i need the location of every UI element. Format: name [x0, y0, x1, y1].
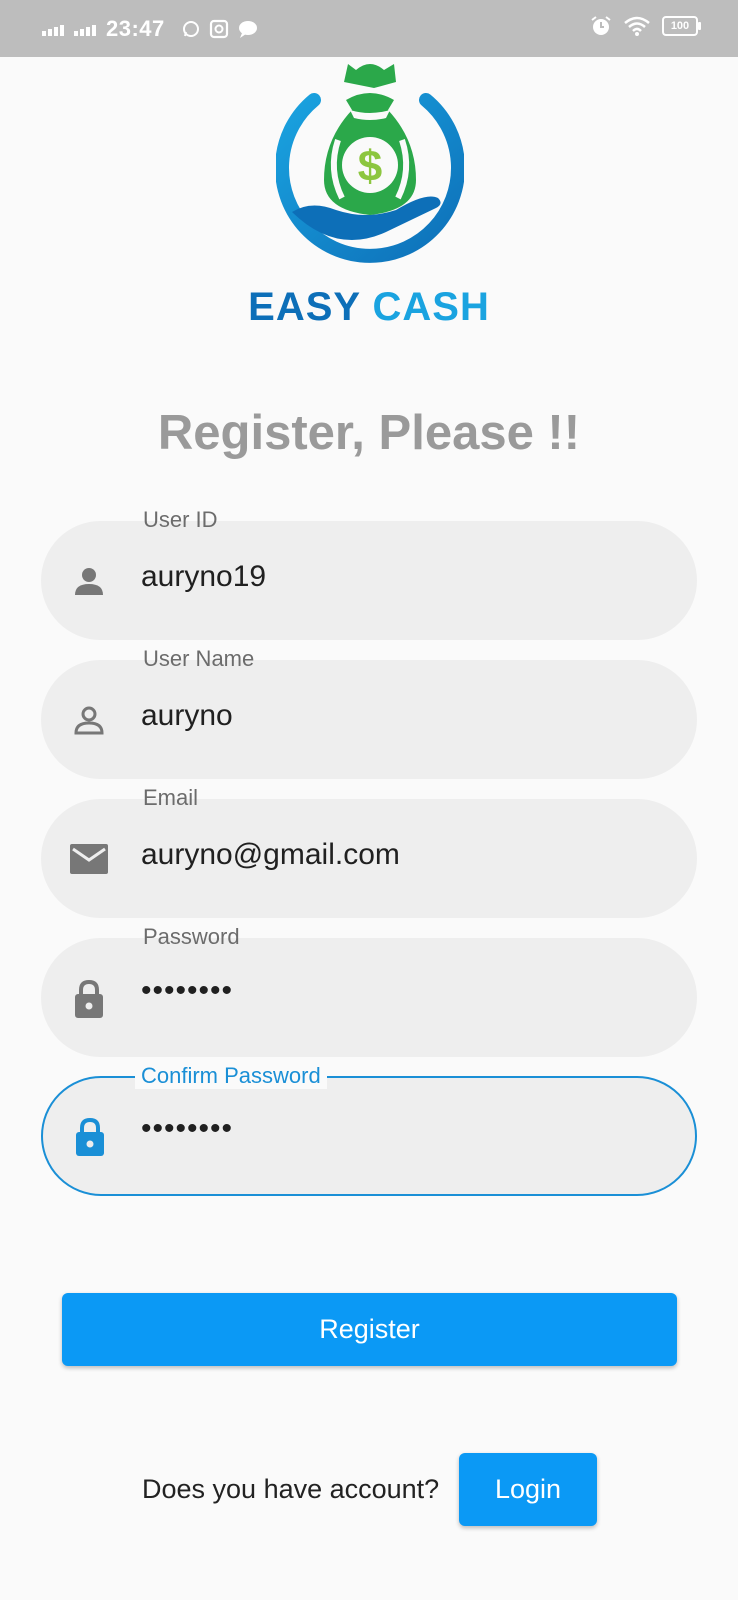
page-title: Register, Please !!	[157, 406, 581, 460]
email-field[interactable]: Email auryno@gmail.com	[41, 785, 697, 918]
battery-icon: 100	[662, 16, 701, 36]
whatsapp-icon	[182, 21, 199, 37]
status-right: 100	[590, 15, 701, 37]
confirm-password-field[interactable]: Confirm Password ••••••••	[41, 1063, 697, 1196]
user-id-field[interactable]: User ID auryno19	[41, 507, 697, 640]
password-input[interactable]: ••••••••	[141, 974, 233, 1008]
svg-text:$: $	[358, 142, 382, 191]
email-label: Email	[143, 785, 199, 810]
confirm-password-label: Confirm Password	[135, 1063, 327, 1089]
status-bar: 23:47 100	[0, 0, 738, 57]
user-name-input[interactable]: auryno	[141, 699, 233, 733]
confirm-password-input[interactable]: ••••••••	[141, 1112, 233, 1146]
register-button[interactable]: Register	[62, 1293, 677, 1366]
lock-icon	[76, 1117, 104, 1156]
user-name-field[interactable]: User Name auryno	[41, 646, 697, 779]
brand-word-easy: EASY	[248, 285, 361, 329]
have-account-text: Does you have account?	[142, 1474, 440, 1504]
lock-icon	[75, 979, 103, 1018]
person-outline-icon	[74, 706, 104, 735]
chat-bubble-icon	[238, 21, 257, 38]
signal-icon	[42, 22, 64, 36]
password-label: Password	[143, 924, 240, 949]
email-input[interactable]: auryno@gmail.com	[141, 838, 400, 872]
signal-icon	[74, 22, 96, 36]
user-id-label: User ID	[143, 507, 218, 532]
status-left: 23:47	[42, 16, 259, 42]
person-icon	[75, 568, 103, 595]
easy-cash-logo: $	[276, 64, 464, 263]
wifi-icon	[624, 16, 650, 36]
brand-word-cash: CASH	[372, 285, 490, 329]
alarm-icon	[591, 16, 611, 35]
mail-icon	[70, 844, 108, 874]
user-id-input[interactable]: auryno19	[141, 560, 266, 594]
status-time: 23:47	[106, 16, 165, 41]
brand-name: EASY CASH	[0, 285, 738, 330]
password-field[interactable]: Password ••••••••	[41, 924, 697, 1057]
user-name-label: User Name	[143, 646, 255, 671]
instagram-icon	[209, 19, 228, 39]
login-button[interactable]: Login	[459, 1453, 597, 1526]
